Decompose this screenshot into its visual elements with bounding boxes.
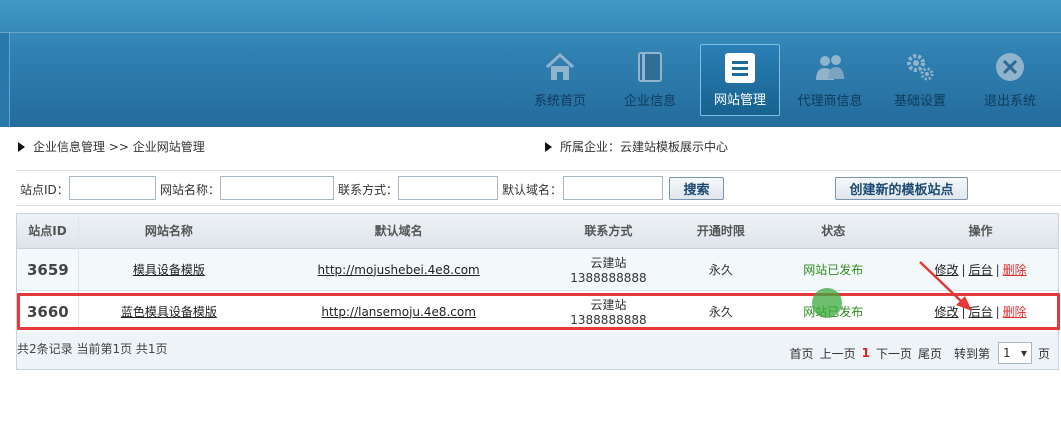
pagination: 首页 上一页 1 下一页 尾页 转到第 1 ▾ 页: [790, 342, 1050, 364]
station-id: 3659: [17, 249, 79, 290]
current-page: 1: [861, 346, 870, 360]
site-name-label: 网站名称：: [160, 183, 221, 197]
column-header: 联系方式: [584, 224, 633, 238]
actions-cell: 修改 | 后台 | 删除: [903, 249, 1058, 290]
contact-cell: 云建站 1388888888: [539, 249, 679, 290]
site-name-link[interactable]: 模具设备模版: [133, 261, 205, 278]
nav-item-company-info[interactable]: 企业信息: [605, 44, 695, 116]
contact-name: 云建站: [590, 298, 627, 312]
contact-phone: 1388888888: [570, 313, 647, 327]
goto-suffix: 页: [1037, 346, 1050, 361]
chevron-down-icon: ▾: [1020, 346, 1027, 360]
site-domain-link[interactable]: http://lansemoju.4e8.com: [321, 305, 476, 319]
breadcrumb-path: 企业信息管理 >> 企业网站管理: [33, 140, 205, 154]
delete-link[interactable]: 删除: [1003, 261, 1027, 278]
nav-item-site-management[interactable]: 网站管理: [700, 44, 780, 116]
nav-item-label: 退出系统: [983, 94, 1036, 109]
contact-name: 云建站: [590, 256, 627, 270]
contact-input[interactable]: [398, 176, 498, 200]
site-name-input[interactable]: [220, 176, 334, 200]
record-summary: 共2条记录 当前第1页 共1页: [17, 342, 168, 356]
separator: |: [961, 262, 966, 277]
book-icon: [633, 50, 667, 84]
edit-link[interactable]: 修改: [935, 261, 959, 278]
station-id-label: 站点ID：: [20, 183, 69, 197]
column-header: 网站名称: [144, 224, 193, 238]
delete-link[interactable]: 删除: [1003, 303, 1027, 320]
triangle-right-icon: [18, 142, 25, 152]
nav-item-logout[interactable]: 退出系统: [965, 44, 1055, 116]
company-info: 所属企业：云建站模板展示中心: [545, 138, 728, 155]
company-name: 所属企业：云建站模板展示中心: [560, 140, 729, 154]
table-header: 站点ID 网站名称 默认域名 联系方式 开通时限 状态 操作: [17, 214, 1058, 249]
term-cell: 永久: [708, 305, 733, 319]
actions-cell: 修改 | 后台 | 删除: [903, 291, 1058, 332]
goto-label: 转到第: [953, 346, 990, 361]
separator: |: [995, 304, 1000, 319]
site-domain-link[interactable]: http://mojushebei.4e8.com: [318, 263, 480, 277]
column-header: 站点ID: [17, 214, 79, 249]
contact-label: 联系方式：: [338, 183, 399, 197]
main-nav: 系统首页 企业信息 网站管理 代理商信息 基础设置 退出系统: [515, 44, 1055, 116]
separator: |: [961, 304, 966, 319]
nav-item-basic-settings[interactable]: 基础设置: [875, 44, 965, 116]
column-header: 操作: [968, 224, 993, 238]
station-id-input[interactable]: [69, 176, 156, 200]
table-row: 3659 模具设备模版 http://mojushebei.4e8.com 云建…: [17, 249, 1058, 291]
column-header: 开通时限: [696, 224, 745, 238]
first-page-link[interactable]: 首页: [790, 345, 814, 362]
gears-icon: [903, 50, 937, 84]
search-button[interactable]: 搜索: [669, 177, 724, 200]
site-name-link[interactable]: 蓝色模具设备模版: [121, 303, 217, 320]
house-icon: [543, 50, 577, 84]
nav-item-home[interactable]: 系统首页: [515, 44, 605, 116]
breadcrumb-bar: 企业信息管理 >> 企业网站管理 所属企业：云建站模板展示中心: [10, 128, 1061, 162]
domain-label: 默认域名：: [502, 183, 563, 197]
table-row: 3660 蓝色模具设备模版 http://lansemoju.4e8.com 云…: [17, 291, 1058, 333]
domain-input[interactable]: [563, 176, 663, 200]
admin-link[interactable]: 后台: [969, 303, 993, 320]
sites-table: 站点ID 网站名称 默认域名 联系方式 开通时限 状态 操作 3659 模具设备…: [16, 213, 1059, 334]
table-footer: 共2条记录 当前第1页 共1页 首页 上一页 1 下一页 尾页 转到第 1 ▾ 页: [16, 332, 1059, 370]
station-id: 3660: [17, 291, 79, 332]
column-header: 默认域名: [374, 224, 423, 238]
nav-item-label: 代理商信息: [797, 94, 863, 109]
edit-link[interactable]: 修改: [935, 303, 959, 320]
nav-item-label: 基础设置: [893, 94, 946, 109]
header-divider: [0, 32, 1061, 33]
page-select-value: 1: [1002, 346, 1011, 360]
app-header: 系统首页 企业信息 网站管理 代理商信息 基础设置 退出系统: [0, 0, 1061, 127]
search-bar: 站点ID： 网站名称： 联系方式： 默认域名： 搜索 创建新的模板站点: [16, 170, 1061, 206]
triangle-right-icon: [545, 142, 552, 152]
click-indicator: [812, 288, 842, 318]
nav-item-label: 企业信息: [623, 94, 676, 109]
breadcrumb: 企业信息管理 >> 企业网站管理: [18, 138, 205, 155]
status-badge: 网站已发布: [803, 263, 864, 277]
term-cell: 永久: [708, 263, 733, 277]
page-select[interactable]: 1 ▾: [997, 342, 1032, 364]
left-panel-edge: [0, 33, 10, 127]
close-circle-icon: [993, 50, 1027, 84]
column-header: 状态: [821, 224, 846, 238]
users-icon: [813, 50, 847, 84]
prev-page-link[interactable]: 上一页: [820, 345, 856, 362]
last-page-link[interactable]: 尾页: [918, 345, 942, 362]
create-template-site-button[interactable]: 创建新的模板站点: [835, 177, 968, 200]
admin-link[interactable]: 后台: [969, 261, 993, 278]
contact-phone: 1388888888: [570, 271, 647, 285]
separator: |: [995, 262, 1000, 277]
nav-item-agent-info[interactable]: 代理商信息: [785, 44, 875, 116]
contact-cell: 云建站 1388888888: [539, 291, 679, 332]
next-page-link[interactable]: 下一页: [876, 345, 912, 362]
nav-item-label: 网站管理: [713, 93, 766, 108]
nav-item-label: 系统首页: [533, 94, 586, 109]
list-icon: [725, 53, 755, 83]
